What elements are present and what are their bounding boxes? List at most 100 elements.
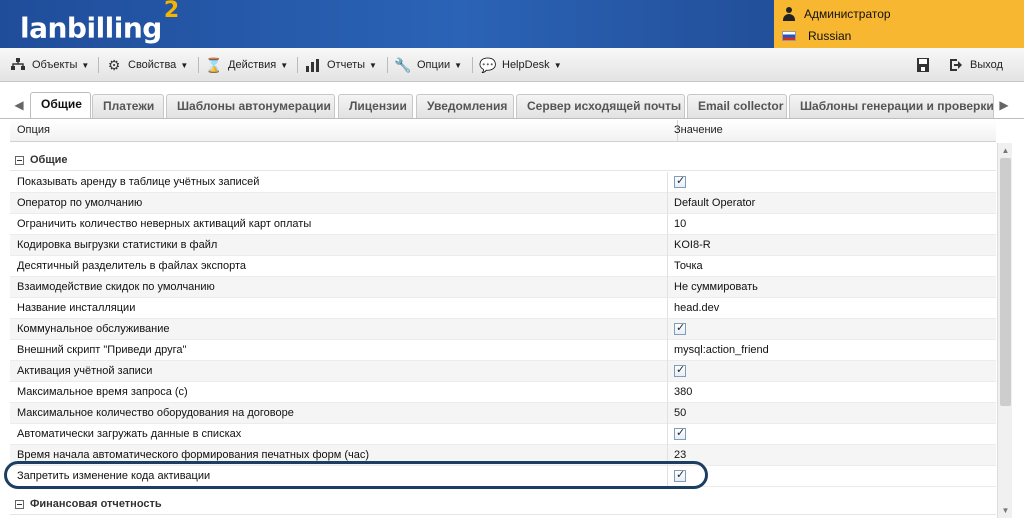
tab-autonumbering-templates[interactable]: Шаблоны автонумерации bbox=[166, 94, 335, 119]
user-panel: Администратор Russian bbox=[774, 0, 1024, 48]
option-value[interactable]: head.dev bbox=[674, 302, 719, 314]
app-header: lanbilling2 Администратор Russian bbox=[0, 0, 1024, 48]
group-title: Финансовая отчетность bbox=[30, 498, 162, 510]
menu-properties-label: Свойства bbox=[128, 59, 177, 71]
option-value[interactable]: 10 bbox=[674, 218, 686, 230]
option-value[interactable]: Не суммировать bbox=[674, 281, 758, 293]
option-name: Показывать аренду в таблице учётных запи… bbox=[17, 176, 260, 188]
collapse-icon[interactable] bbox=[15, 155, 24, 165]
logout-icon bbox=[948, 57, 964, 73]
option-value[interactable]: Default Operator bbox=[674, 197, 755, 209]
cell-divider bbox=[667, 466, 668, 487]
option-name: Ограничить количество неверных активаций… bbox=[17, 218, 312, 230]
tabs-scroll-right-icon[interactable]: ▶ bbox=[999, 99, 1009, 111]
table-row[interactable]: Взаимодействие скидок по умолчанию Не сум… bbox=[10, 277, 996, 298]
language-selector[interactable]: Russian bbox=[782, 25, 851, 47]
table-row[interactable]: Десятичный разделитель в файлах экспорта… bbox=[10, 256, 996, 277]
cell-divider bbox=[667, 172, 668, 193]
tab-notifications[interactable]: Уведомления bbox=[416, 94, 514, 119]
tab-licenses[interactable]: Лицензии bbox=[338, 94, 413, 119]
option-value[interactable]: mysql:action_friend bbox=[674, 344, 769, 356]
scroll-down-icon[interactable]: ▼ bbox=[998, 503, 1013, 518]
option-checkbox[interactable] bbox=[674, 174, 686, 188]
tab-generation-templates[interactable]: Шаблоны генерации и проверки п bbox=[789, 94, 994, 119]
table-row[interactable]: Запретить изменение кода активации bbox=[10, 466, 996, 487]
cell-divider bbox=[667, 361, 668, 382]
option-value[interactable]: 380 bbox=[674, 386, 692, 398]
menu-reports[interactable]: Отчеты ▼ bbox=[305, 57, 377, 73]
menu-helpdesk[interactable]: 💬 HelpDesk ▼ bbox=[479, 57, 562, 73]
language-label: Russian bbox=[808, 29, 852, 43]
table-row[interactable]: Оператор по умолчанию Default Operator bbox=[10, 193, 996, 214]
tab-email-collector[interactable]: Email collector bbox=[687, 94, 787, 119]
tab-outgoing-mail-server[interactable]: Сервер исходящей почты bbox=[516, 94, 685, 119]
table-row[interactable]: Внешний скрипт "Приведи друга" mysql:acti… bbox=[10, 340, 996, 361]
option-name: Максимальное количество оборудования на … bbox=[17, 407, 294, 419]
menu-properties[interactable]: ⚙ Свойства ▼ bbox=[106, 57, 189, 73]
logo-text: lanbilling bbox=[20, 11, 162, 45]
table-row[interactable]: Максимальное количество оборудования на … bbox=[10, 403, 996, 424]
chevron-down-icon: ▼ bbox=[180, 60, 189, 70]
tab-general[interactable]: Общие bbox=[30, 92, 91, 119]
table-row[interactable]: Название инсталляции head.dev bbox=[10, 298, 996, 319]
logo-version: 2 bbox=[163, 0, 179, 23]
wrench-icon: 🔧 bbox=[394, 56, 412, 73]
table-row[interactable]: Коммунальное обслуживание bbox=[10, 319, 996, 340]
logout-button[interactable]: Выход bbox=[948, 57, 1003, 73]
option-checkbox[interactable] bbox=[674, 321, 686, 335]
group-general[interactable]: Общие bbox=[10, 150, 996, 171]
table-row[interactable]: Автоматически загружать данные в списках bbox=[10, 424, 996, 445]
column-value[interactable]: Значение bbox=[674, 124, 723, 136]
option-checkbox[interactable] bbox=[674, 363, 686, 377]
cell-divider bbox=[667, 319, 668, 340]
collapse-icon[interactable] bbox=[15, 499, 24, 509]
chevron-down-icon: ▼ bbox=[454, 60, 463, 70]
russian-flag-icon bbox=[782, 31, 796, 41]
chevron-down-icon: ▼ bbox=[81, 60, 90, 70]
group-financial-reporting[interactable]: Финансовая отчетность bbox=[10, 494, 996, 515]
settings-tabs: ◀ Общие Платежи Шаблоны автонумерации Ли… bbox=[0, 92, 1024, 119]
cell-divider bbox=[667, 340, 668, 361]
table-row[interactable]: Ограничить количество неверных активаций… bbox=[10, 214, 996, 235]
chevron-down-icon: ▼ bbox=[553, 60, 562, 70]
scroll-up-icon[interactable]: ▲ bbox=[998, 143, 1013, 158]
scrollbar-thumb[interactable] bbox=[1000, 158, 1011, 406]
column-option[interactable]: Опция bbox=[17, 124, 50, 136]
option-value[interactable]: Точка bbox=[674, 260, 703, 272]
cell-divider bbox=[667, 235, 668, 256]
chevron-down-icon: ▼ bbox=[280, 60, 289, 70]
menu-separator bbox=[387, 57, 388, 73]
table-row[interactable]: Кодировка выгрузки статистики в файл KOI8… bbox=[10, 235, 996, 256]
user-menu[interactable]: Администратор bbox=[782, 3, 891, 25]
user-icon bbox=[782, 7, 796, 21]
hourglass-icon: ⌛ bbox=[205, 56, 223, 73]
tab-strip-line bbox=[0, 118, 1024, 119]
lanbilling-logo[interactable]: lanbilling2 bbox=[20, 0, 179, 45]
tab-payments[interactable]: Платежи bbox=[92, 94, 164, 119]
cell-divider bbox=[667, 256, 668, 277]
chevron-down-icon: ▼ bbox=[369, 60, 377, 70]
table-row[interactable]: Максимальное время запроса (с) 380 bbox=[10, 382, 996, 403]
menu-options-label: Опции bbox=[417, 59, 451, 71]
tabs-scroll-left-icon[interactable]: ◀ bbox=[14, 99, 24, 111]
option-value[interactable]: KOI8-R bbox=[674, 239, 711, 251]
menu-actions[interactable]: ⌛ Действия ▼ bbox=[205, 56, 289, 73]
table-row[interactable]: Время начала автоматического формировани… bbox=[10, 445, 996, 466]
logout-label: Выход bbox=[970, 59, 1003, 71]
menu-separator bbox=[198, 57, 199, 73]
option-value[interactable]: 23 bbox=[674, 449, 686, 461]
option-checkbox[interactable] bbox=[674, 468, 686, 482]
menu-separator bbox=[472, 57, 473, 73]
menu-options[interactable]: 🔧 Опции ▼ bbox=[394, 56, 463, 73]
table-row[interactable]: Активация учётной записи bbox=[10, 361, 996, 382]
cell-divider bbox=[667, 298, 668, 319]
menu-objects[interactable]: Объекты ▼ bbox=[10, 57, 89, 73]
grid-scrollbar[interactable]: ▲ ▼ bbox=[997, 143, 1012, 518]
main-menu: Объекты ▼ ⚙ Свойства ▼ ⌛ Действия ▼ Отчеты ▼… bbox=[0, 48, 1024, 82]
save-button[interactable] bbox=[915, 57, 937, 73]
table-row[interactable]: Показывать аренду в таблице учётных запи… bbox=[10, 172, 996, 193]
option-name: Запретить изменение кода активации bbox=[17, 470, 211, 482]
option-name: Название инсталляции bbox=[17, 302, 136, 314]
option-checkbox[interactable] bbox=[674, 426, 686, 440]
option-value[interactable]: 50 bbox=[674, 407, 686, 419]
